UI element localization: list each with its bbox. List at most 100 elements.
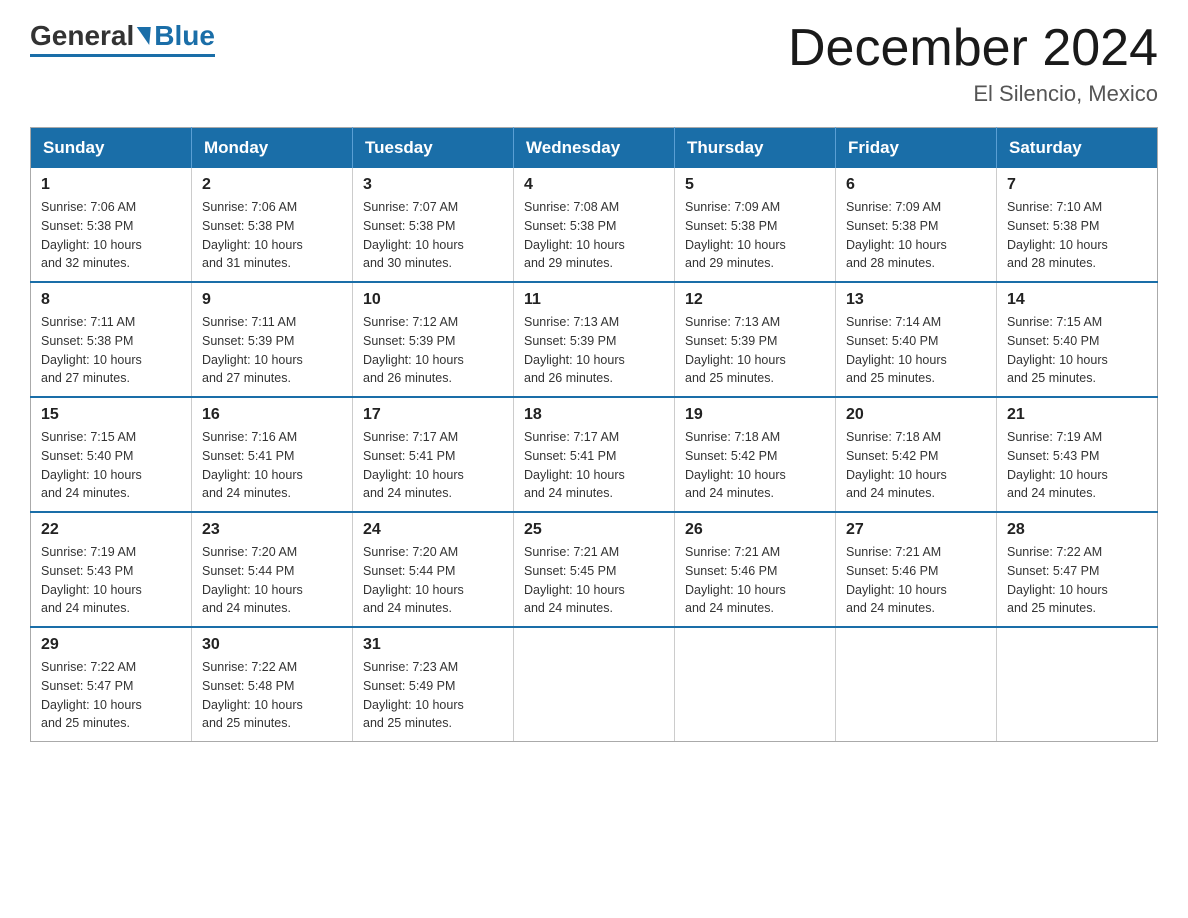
day-number: 14: [1007, 291, 1147, 309]
calendar-cell: 31 Sunrise: 7:23 AM Sunset: 5:49 PM Dayl…: [353, 627, 514, 742]
day-number: 11: [524, 291, 664, 309]
calendar-cell: 30 Sunrise: 7:22 AM Sunset: 5:48 PM Dayl…: [192, 627, 353, 742]
calendar-cell: 1 Sunrise: 7:06 AM Sunset: 5:38 PM Dayli…: [31, 168, 192, 282]
day-info: Sunrise: 7:11 AM Sunset: 5:38 PM Dayligh…: [41, 313, 181, 388]
day-info: Sunrise: 7:06 AM Sunset: 5:38 PM Dayligh…: [41, 198, 181, 273]
logo-general-text: General: [30, 20, 134, 52]
calendar-cell: 10 Sunrise: 7:12 AM Sunset: 5:39 PM Dayl…: [353, 282, 514, 397]
day-number: 3: [363, 176, 503, 194]
day-info: Sunrise: 7:15 AM Sunset: 5:40 PM Dayligh…: [41, 428, 181, 503]
day-number: 23: [202, 521, 342, 539]
month-title: December 2024: [788, 20, 1158, 77]
day-number: 31: [363, 636, 503, 654]
calendar-cell: 29 Sunrise: 7:22 AM Sunset: 5:47 PM Dayl…: [31, 627, 192, 742]
day-info: Sunrise: 7:13 AM Sunset: 5:39 PM Dayligh…: [685, 313, 825, 388]
day-info: Sunrise: 7:17 AM Sunset: 5:41 PM Dayligh…: [524, 428, 664, 503]
day-header-thursday: Thursday: [675, 128, 836, 169]
day-number: 4: [524, 176, 664, 194]
calendar-cell: 7 Sunrise: 7:10 AM Sunset: 5:38 PM Dayli…: [997, 168, 1158, 282]
day-info: Sunrise: 7:19 AM Sunset: 5:43 PM Dayligh…: [1007, 428, 1147, 503]
calendar-cell: 22 Sunrise: 7:19 AM Sunset: 5:43 PM Dayl…: [31, 512, 192, 627]
day-number: 19: [685, 406, 825, 424]
calendar-cell: [836, 627, 997, 742]
calendar-cell: 6 Sunrise: 7:09 AM Sunset: 5:38 PM Dayli…: [836, 168, 997, 282]
location-label: El Silencio, Mexico: [788, 81, 1158, 107]
calendar-cell: 25 Sunrise: 7:21 AM Sunset: 5:45 PM Dayl…: [514, 512, 675, 627]
day-info: Sunrise: 7:14 AM Sunset: 5:40 PM Dayligh…: [846, 313, 986, 388]
day-number: 27: [846, 521, 986, 539]
day-info: Sunrise: 7:10 AM Sunset: 5:38 PM Dayligh…: [1007, 198, 1147, 273]
day-info: Sunrise: 7:22 AM Sunset: 5:47 PM Dayligh…: [1007, 543, 1147, 618]
calendar-cell: 15 Sunrise: 7:15 AM Sunset: 5:40 PM Dayl…: [31, 397, 192, 512]
calendar-week-row: 1 Sunrise: 7:06 AM Sunset: 5:38 PM Dayli…: [31, 168, 1158, 282]
calendar-cell: 5 Sunrise: 7:09 AM Sunset: 5:38 PM Dayli…: [675, 168, 836, 282]
day-number: 5: [685, 176, 825, 194]
day-info: Sunrise: 7:21 AM Sunset: 5:46 PM Dayligh…: [685, 543, 825, 618]
calendar-cell: 14 Sunrise: 7:15 AM Sunset: 5:40 PM Dayl…: [997, 282, 1158, 397]
day-header-monday: Monday: [192, 128, 353, 169]
day-info: Sunrise: 7:08 AM Sunset: 5:38 PM Dayligh…: [524, 198, 664, 273]
calendar-cell: 23 Sunrise: 7:20 AM Sunset: 5:44 PM Dayl…: [192, 512, 353, 627]
day-number: 13: [846, 291, 986, 309]
day-info: Sunrise: 7:20 AM Sunset: 5:44 PM Dayligh…: [202, 543, 342, 618]
day-info: Sunrise: 7:13 AM Sunset: 5:39 PM Dayligh…: [524, 313, 664, 388]
day-number: 1: [41, 176, 181, 194]
day-header-saturday: Saturday: [997, 128, 1158, 169]
day-number: 22: [41, 521, 181, 539]
day-number: 9: [202, 291, 342, 309]
calendar-week-row: 29 Sunrise: 7:22 AM Sunset: 5:47 PM Dayl…: [31, 627, 1158, 742]
calendar-cell: 2 Sunrise: 7:06 AM Sunset: 5:38 PM Dayli…: [192, 168, 353, 282]
day-number: 6: [846, 176, 986, 194]
calendar-cell: 19 Sunrise: 7:18 AM Sunset: 5:42 PM Dayl…: [675, 397, 836, 512]
day-info: Sunrise: 7:22 AM Sunset: 5:48 PM Dayligh…: [202, 658, 342, 733]
day-info: Sunrise: 7:18 AM Sunset: 5:42 PM Dayligh…: [846, 428, 986, 503]
day-number: 24: [363, 521, 503, 539]
calendar-cell: 11 Sunrise: 7:13 AM Sunset: 5:39 PM Dayl…: [514, 282, 675, 397]
calendar-cell: [514, 627, 675, 742]
calendar-cell: 9 Sunrise: 7:11 AM Sunset: 5:39 PM Dayli…: [192, 282, 353, 397]
calendar-cell: 26 Sunrise: 7:21 AM Sunset: 5:46 PM Dayl…: [675, 512, 836, 627]
day-info: Sunrise: 7:09 AM Sunset: 5:38 PM Dayligh…: [846, 198, 986, 273]
day-number: 12: [685, 291, 825, 309]
day-number: 18: [524, 406, 664, 424]
day-number: 30: [202, 636, 342, 654]
calendar-week-row: 22 Sunrise: 7:19 AM Sunset: 5:43 PM Dayl…: [31, 512, 1158, 627]
logo: General Blue: [30, 20, 215, 57]
day-info: Sunrise: 7:23 AM Sunset: 5:49 PM Dayligh…: [363, 658, 503, 733]
calendar-week-row: 15 Sunrise: 7:15 AM Sunset: 5:40 PM Dayl…: [31, 397, 1158, 512]
day-number: 28: [1007, 521, 1147, 539]
day-number: 29: [41, 636, 181, 654]
calendar-cell: 13 Sunrise: 7:14 AM Sunset: 5:40 PM Dayl…: [836, 282, 997, 397]
day-number: 8: [41, 291, 181, 309]
calendar-table: SundayMondayTuesdayWednesdayThursdayFrid…: [30, 127, 1158, 742]
calendar-header-row: SundayMondayTuesdayWednesdayThursdayFrid…: [31, 128, 1158, 169]
day-number: 26: [685, 521, 825, 539]
day-info: Sunrise: 7:22 AM Sunset: 5:47 PM Dayligh…: [41, 658, 181, 733]
calendar-cell: 27 Sunrise: 7:21 AM Sunset: 5:46 PM Dayl…: [836, 512, 997, 627]
day-info: Sunrise: 7:06 AM Sunset: 5:38 PM Dayligh…: [202, 198, 342, 273]
calendar-cell: 3 Sunrise: 7:07 AM Sunset: 5:38 PM Dayli…: [353, 168, 514, 282]
calendar-cell: 17 Sunrise: 7:17 AM Sunset: 5:41 PM Dayl…: [353, 397, 514, 512]
calendar-cell: 20 Sunrise: 7:18 AM Sunset: 5:42 PM Dayl…: [836, 397, 997, 512]
day-info: Sunrise: 7:21 AM Sunset: 5:46 PM Dayligh…: [846, 543, 986, 618]
day-info: Sunrise: 7:19 AM Sunset: 5:43 PM Dayligh…: [41, 543, 181, 618]
calendar-cell: 4 Sunrise: 7:08 AM Sunset: 5:38 PM Dayli…: [514, 168, 675, 282]
calendar-week-row: 8 Sunrise: 7:11 AM Sunset: 5:38 PM Dayli…: [31, 282, 1158, 397]
title-section: December 2024 El Silencio, Mexico: [788, 20, 1158, 107]
calendar-cell: 18 Sunrise: 7:17 AM Sunset: 5:41 PM Dayl…: [514, 397, 675, 512]
page-header: General Blue December 2024 El Silencio, …: [30, 20, 1158, 107]
calendar-cell: 28 Sunrise: 7:22 AM Sunset: 5:47 PM Dayl…: [997, 512, 1158, 627]
calendar-cell: 8 Sunrise: 7:11 AM Sunset: 5:38 PM Dayli…: [31, 282, 192, 397]
calendar-cell: [675, 627, 836, 742]
day-info: Sunrise: 7:21 AM Sunset: 5:45 PM Dayligh…: [524, 543, 664, 618]
calendar-cell: [997, 627, 1158, 742]
day-number: 16: [202, 406, 342, 424]
day-info: Sunrise: 7:18 AM Sunset: 5:42 PM Dayligh…: [685, 428, 825, 503]
day-header-friday: Friday: [836, 128, 997, 169]
day-header-tuesday: Tuesday: [353, 128, 514, 169]
day-number: 25: [524, 521, 664, 539]
day-number: 17: [363, 406, 503, 424]
day-info: Sunrise: 7:17 AM Sunset: 5:41 PM Dayligh…: [363, 428, 503, 503]
calendar-cell: 24 Sunrise: 7:20 AM Sunset: 5:44 PM Dayl…: [353, 512, 514, 627]
day-info: Sunrise: 7:15 AM Sunset: 5:40 PM Dayligh…: [1007, 313, 1147, 388]
